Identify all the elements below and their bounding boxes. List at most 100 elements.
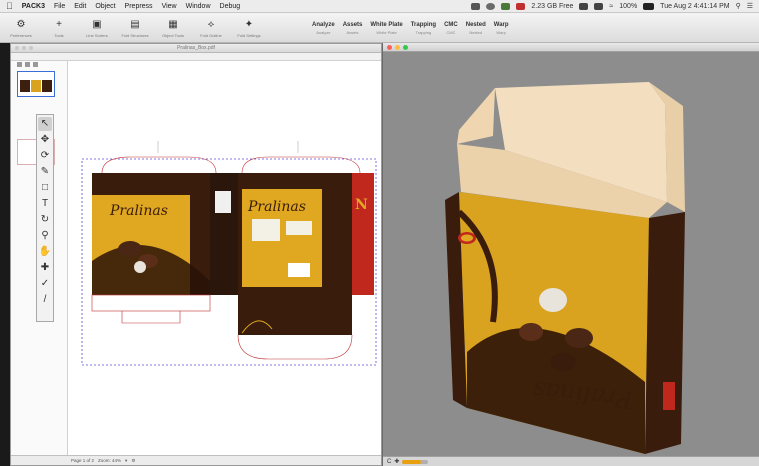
minimize-icon[interactable] bbox=[22, 46, 26, 50]
app-status-icon[interactable] bbox=[501, 2, 511, 10]
grid-icon[interactable] bbox=[594, 2, 604, 10]
object-tools-icon: ▦ bbox=[168, 18, 178, 30]
top-strip-left bbox=[92, 173, 210, 195]
zoom-level[interactable]: Zoom: 44% bbox=[98, 458, 121, 463]
front-brand-text: Pralinas bbox=[109, 203, 168, 219]
minimize-icon[interactable] bbox=[395, 45, 400, 50]
preferences-button[interactable]: ⚙ Preferences bbox=[4, 19, 38, 38]
fold-structures-button[interactable]: ▤ Fold Structures bbox=[118, 19, 152, 38]
add-icon[interactable]: ✚ bbox=[394, 458, 399, 465]
assets-button[interactable]: Assets Assets bbox=[343, 22, 363, 35]
app-menu[interactable]: PACK3 bbox=[22, 3, 45, 10]
camera-icon[interactable] bbox=[471, 2, 481, 10]
right-side-face bbox=[645, 212, 685, 454]
menu-object[interactable]: Object bbox=[95, 3, 115, 10]
menu-window[interactable]: Window bbox=[186, 3, 211, 10]
nested-button[interactable]: Nested Nested bbox=[466, 22, 486, 35]
select-tool-icon[interactable]: ↖ bbox=[38, 117, 52, 131]
measure-tool-icon[interactable]: ✚ bbox=[38, 261, 52, 275]
app-toolbar: ⚙ Preferences + Tools ▣ Line Sorters ▤ F… bbox=[0, 13, 759, 43]
spotlight-icon[interactable]: ⚲ bbox=[736, 2, 741, 10]
plus-icon: + bbox=[56, 18, 62, 30]
list-view-icon[interactable] bbox=[33, 62, 38, 67]
menu-file[interactable]: File bbox=[54, 3, 65, 10]
close-icon[interactable] bbox=[15, 46, 19, 50]
magnify-tool-icon[interactable]: ⚲ bbox=[38, 229, 52, 243]
fold-slider[interactable] bbox=[402, 459, 429, 464]
document-titlebar: Pralinas_Box.pdf bbox=[11, 44, 381, 53]
move-tool-icon[interactable]: ✥ bbox=[38, 133, 52, 147]
bottom-tuck-outline bbox=[237, 334, 353, 360]
battery-status: 100% bbox=[619, 2, 638, 10]
close-icon[interactable] bbox=[387, 45, 392, 50]
line-sorters-icon: ▣ bbox=[92, 18, 102, 30]
zoom-icon[interactable] bbox=[403, 45, 408, 50]
camera-mode-label[interactable]: C bbox=[387, 459, 391, 465]
3d-viewport[interactable]: Pralinas bbox=[383, 52, 759, 456]
hand-tool-icon[interactable]: ✋ bbox=[38, 245, 52, 259]
page-thumbnail-1[interactable] bbox=[17, 71, 55, 97]
window-controls bbox=[15, 46, 33, 50]
rectangle-tool-icon[interactable]: □ bbox=[38, 181, 52, 195]
gear-icon[interactable] bbox=[25, 62, 30, 67]
memory-status: 2.23 GB Free bbox=[531, 2, 574, 10]
back-brand-text: Pralinas bbox=[247, 199, 306, 215]
menu-edit[interactable]: Edit bbox=[74, 3, 86, 10]
zoom-icon[interactable] bbox=[29, 46, 33, 50]
preferences-icon: ⚙ bbox=[16, 18, 26, 30]
status-area: 2.23 GB Free ≈ 100% Tue Aug 2 4:41:14 PM… bbox=[471, 2, 753, 10]
lasso-tool-icon[interactable]: ↻ bbox=[38, 213, 52, 227]
menu-bar:  PACK3 File Edit Object Prepress View W… bbox=[0, 0, 759, 13]
svg-text:N: N bbox=[355, 197, 368, 213]
fold-outline-icon: ⟡ bbox=[207, 18, 215, 30]
sync-icon[interactable] bbox=[486, 2, 496, 10]
menu-prepress[interactable]: Prepress bbox=[125, 3, 153, 10]
side-panel-right bbox=[352, 173, 374, 295]
window-controls-3d bbox=[387, 45, 408, 50]
fold-structures-icon: ▤ bbox=[130, 18, 140, 30]
fold-settings-button[interactable]: ✦ Fold Settings bbox=[232, 19, 266, 38]
notification-center-icon[interactable]: ☰ bbox=[747, 2, 753, 10]
text-tool-icon[interactable]: T bbox=[38, 197, 52, 211]
pen-tool-icon[interactable]: ✎ bbox=[38, 165, 52, 179]
wifi-icon[interactable]: ≈ bbox=[609, 3, 613, 10]
horizontal-ruler bbox=[11, 53, 381, 61]
thumbnail-panel-header bbox=[11, 61, 67, 69]
battery-icon[interactable] bbox=[643, 2, 655, 10]
3d-titlebar bbox=[383, 43, 759, 52]
3d-preview-window: Pralinas C ✚ bbox=[382, 43, 759, 466]
fold-settings-icon: ✦ bbox=[244, 18, 254, 30]
dieline-artwork: Pralinas Pralinas N bbox=[81, 141, 377, 366]
settings-icon[interactable]: ⚙ bbox=[131, 458, 135, 464]
object-tools-button[interactable]: ▦ Object Tools bbox=[156, 19, 190, 38]
trapping-button[interactable]: Trapping Trapping bbox=[411, 22, 436, 35]
thumbnail-view-icon[interactable] bbox=[17, 62, 22, 67]
tool-palette: ↖ ✥ ⟳ ✎ □ T ↻ ⚲ ✋ ✚ ✓ / bbox=[36, 114, 54, 322]
display-icon[interactable] bbox=[579, 2, 589, 10]
rotate-tool-icon[interactable]: ⟳ bbox=[38, 149, 52, 163]
cmc-button[interactable]: CMC CMC bbox=[444, 22, 458, 35]
3d-box-render: Pralinas bbox=[445, 82, 685, 454]
document-window-2d: Pralinas_Box.pdf Pralinas Pralinas N ↖ ✥… bbox=[10, 43, 382, 466]
chevron-down-icon[interactable]: ▾ bbox=[125, 458, 127, 464]
dust-flap-left bbox=[457, 88, 495, 144]
fold-outline-button[interactable]: ⟡ Fold Outline bbox=[194, 19, 228, 38]
document-title: Pralinas_Box.pdf bbox=[177, 45, 215, 51]
menu-debug[interactable]: Debug bbox=[220, 3, 241, 10]
bottom-panel bbox=[238, 295, 352, 335]
white-plate-button[interactable]: White Plate White Plate bbox=[370, 22, 402, 35]
eyedropper-tool-icon[interactable]: ✓ bbox=[38, 277, 52, 291]
warp-button[interactable]: Warp Warp bbox=[494, 22, 509, 35]
menu-view[interactable]: View bbox=[162, 3, 177, 10]
3d-bottom-bar: C ✚ bbox=[383, 456, 759, 466]
tools-button[interactable]: + Tools bbox=[42, 19, 76, 38]
apple-menu-icon[interactable]:  bbox=[6, 1, 13, 11]
page-indicator[interactable]: Page 1 of 2 bbox=[71, 458, 94, 463]
document-statusbar: Page 1 of 2 Zoom: 44% ▾ ⚙ bbox=[11, 455, 381, 465]
knife-tool-icon[interactable]: / bbox=[38, 293, 52, 307]
memory-icon[interactable] bbox=[516, 2, 526, 10]
analyze-button[interactable]: Analyze Analyze bbox=[312, 22, 335, 35]
line-sorters-button[interactable]: ▣ Line Sorters bbox=[80, 19, 114, 38]
dieline-canvas[interactable]: Pralinas Pralinas N bbox=[68, 61, 381, 456]
clock[interactable]: Tue Aug 2 4:41:14 PM bbox=[660, 3, 729, 10]
